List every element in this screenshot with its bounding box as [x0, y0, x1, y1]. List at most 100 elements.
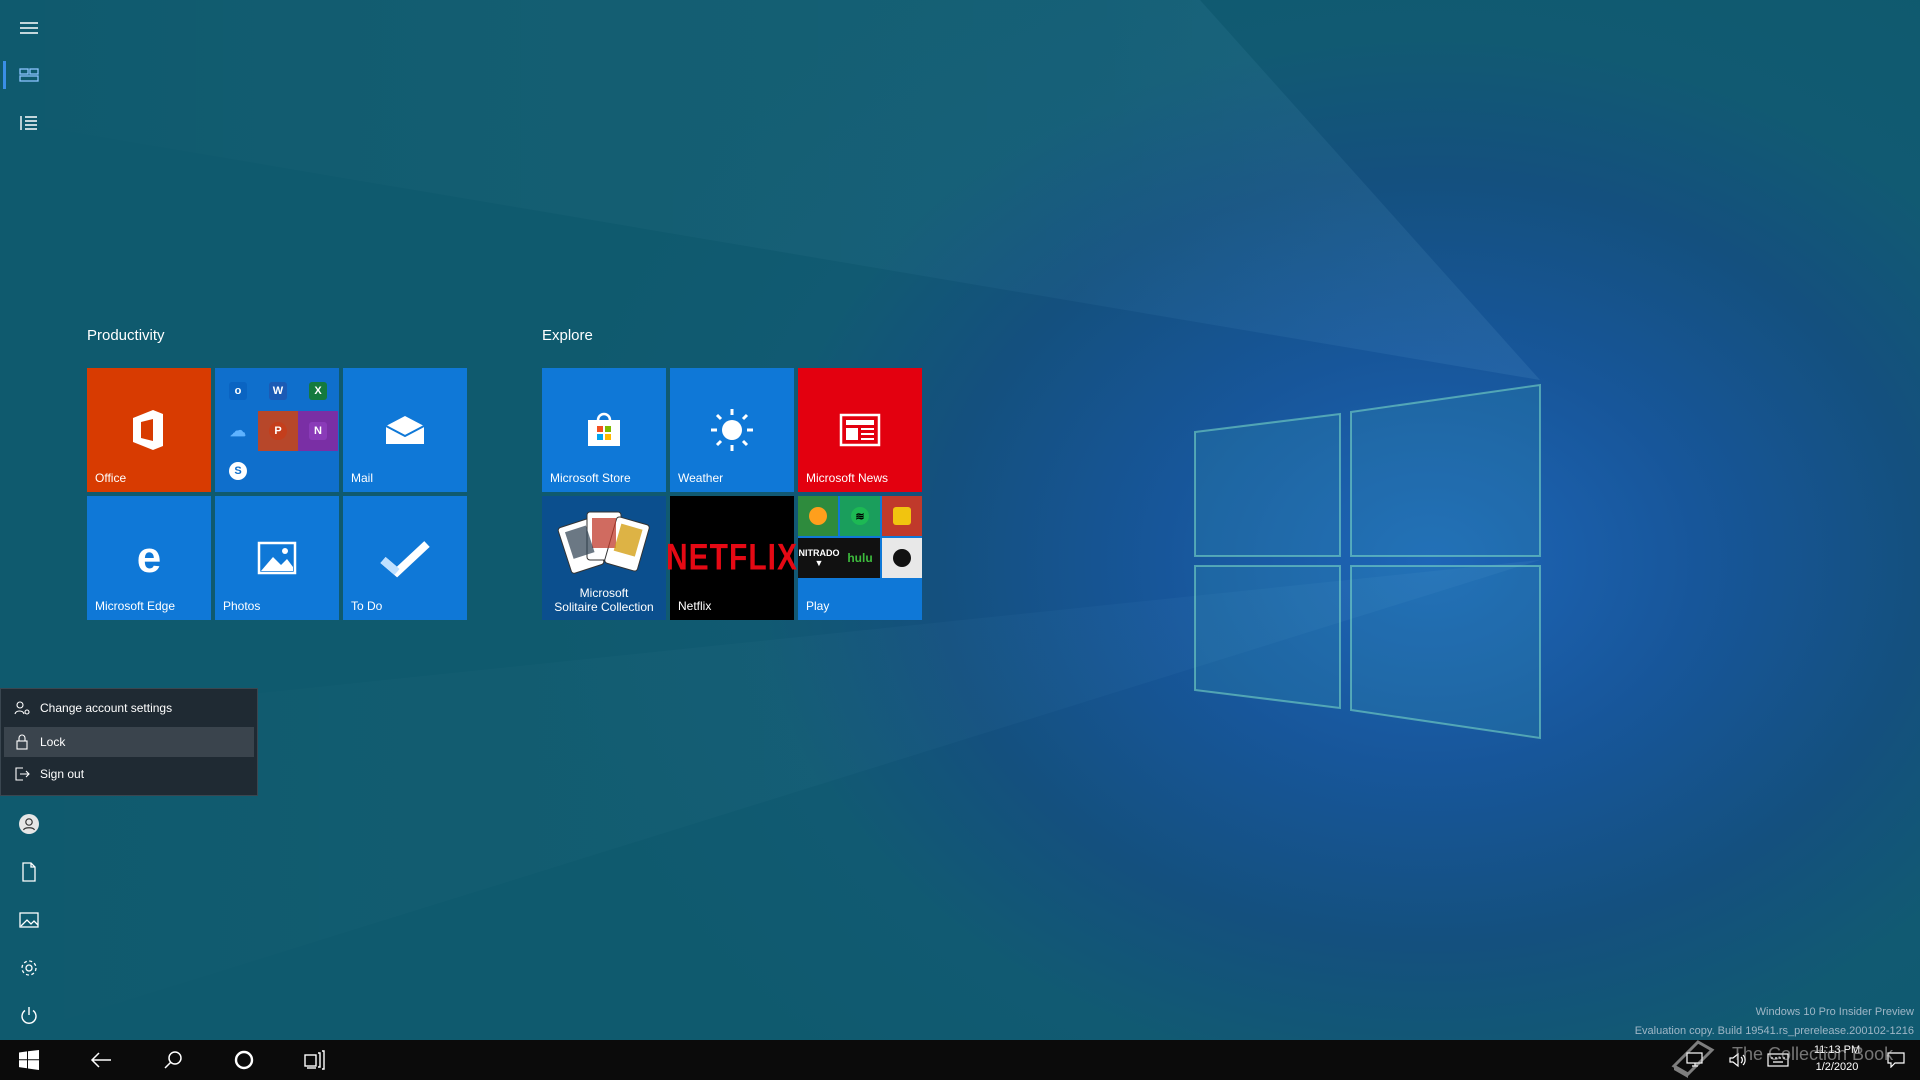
network-icon [1686, 1052, 1703, 1067]
news-icon [839, 413, 881, 447]
start-button[interactable] [0, 1040, 58, 1080]
power-icon [21, 1007, 37, 1024]
tile-label: To Do [351, 599, 383, 613]
nitrado-label: NITRADO [798, 548, 840, 558]
tile-label: Microsoft News [806, 471, 889, 485]
sign-out-icon [15, 767, 30, 781]
tile-label: Mail [351, 471, 374, 485]
action-center-button[interactable] [1872, 1040, 1920, 1080]
outlook-icon: o [218, 371, 258, 411]
group-title-productivity: Productivity [87, 327, 165, 344]
search-icon [164, 1051, 182, 1069]
pictures-icon [19, 912, 39, 928]
power-button[interactable] [0, 994, 58, 1038]
spotify-icon: ≋ [840, 496, 880, 536]
tile-microsoft-store[interactable]: Microsoft Store [542, 368, 666, 492]
account-settings-icon [14, 701, 30, 715]
tile-label: Microsoft Store [550, 471, 631, 485]
tile-label: Weather [678, 471, 724, 485]
tile-microsoft-edge[interactable]: e Microsoft Edge [87, 496, 211, 620]
tile-solitaire-collection[interactable]: Microsoft Solitaire Collection [542, 496, 666, 620]
cortana-circle-icon [234, 1050, 254, 1070]
tile-label: Office [95, 471, 127, 485]
hulu-icon: hulu [840, 538, 880, 578]
nitrado-icon: NITRADO ▼ [798, 538, 840, 578]
expand-menu-button[interactable] [0, 6, 58, 50]
onenote-icon: N [298, 411, 338, 451]
task-view-icon [304, 1050, 325, 1070]
build-watermark-line2: Evaluation copy. Build 19541.rs_prerelea… [1634, 1025, 1914, 1037]
back-button[interactable] [72, 1040, 130, 1080]
onedrive-icon: ☁ [230, 423, 246, 440]
pictures-button[interactable] [0, 898, 58, 942]
clock-time: 11:13 PM [1813, 1044, 1861, 1056]
windows-logo-wallpaper [1194, 383, 1541, 740]
edge-icon: e [137, 538, 161, 578]
tile-office-apps-folder[interactable]: o W X ☁ P N S [215, 368, 339, 492]
task-view-button[interactable] [286, 1040, 344, 1080]
cards-icon [557, 511, 650, 574]
notifications-icon [1887, 1052, 1905, 1068]
tile-microsoft-news[interactable]: Microsoft News [798, 368, 922, 492]
hamburger-icon [20, 22, 38, 34]
tile-photos[interactable]: Photos [215, 496, 339, 620]
tile-office[interactable]: Office [87, 368, 211, 492]
tile-play-folder[interactable]: ≋ NITRADO ▼ hulu Play [798, 496, 922, 620]
sun-icon [711, 409, 753, 451]
word-icon: W [258, 371, 298, 411]
settings-gear-icon [21, 960, 37, 976]
taskbar-clock[interactable]: 11:13 PM 1/2/2020 [1802, 1042, 1872, 1076]
excel-icon: X [298, 371, 338, 411]
tile-netflix[interactable]: NETFLIX Netflix [666, 496, 797, 620]
photos-icon [257, 541, 297, 575]
documents-button[interactable] [0, 850, 58, 894]
documents-icon [22, 862, 36, 882]
build-watermark-line1: Windows 10 Pro Insider Preview [1755, 1006, 1914, 1018]
svg-text:e: e [137, 538, 161, 578]
clock-date: 1/2/2020 [1815, 1061, 1859, 1073]
windows-start-icon [19, 1050, 39, 1070]
pinned-tiles-icon [19, 68, 39, 82]
cortana-button[interactable] [215, 1040, 273, 1080]
tile-label: Microsoft Solitaire Collection [542, 586, 666, 614]
tile-label: Play [806, 599, 830, 613]
powerpoint-icon: P [258, 411, 298, 451]
tile-mail[interactable]: Mail [343, 368, 467, 492]
office-icon [133, 410, 163, 450]
user-account-button[interactable] [0, 802, 58, 846]
settings-button[interactable] [0, 946, 58, 990]
account-context-menu: Change account settings Lock Sign out [0, 688, 258, 796]
tile-label-line1: Microsoft [579, 586, 629, 600]
disney-game-icon [882, 538, 922, 578]
volume-tray-button[interactable] [1720, 1040, 1756, 1080]
pinned-tiles-button[interactable] [0, 53, 58, 97]
search-button[interactable] [144, 1040, 202, 1080]
skype-icon: S [218, 451, 258, 491]
all-apps-button[interactable] [0, 101, 58, 145]
all-apps-list-icon [20, 116, 37, 130]
mail-icon [385, 416, 425, 444]
taskbar: 11:13 PM 1/2/2020 [0, 1040, 1920, 1080]
tile-label: Microsoft Edge [95, 599, 176, 613]
back-arrow-icon [90, 1052, 111, 1068]
menu-item-sign-out[interactable]: Sign out [4, 759, 254, 789]
keyboard-tray-button[interactable] [1758, 1040, 1798, 1080]
game-icon [798, 496, 838, 536]
friends-game-icon [882, 496, 922, 536]
network-tray-button[interactable] [1672, 1040, 1720, 1080]
tile-weather[interactable]: Weather [670, 368, 794, 492]
tile-to-do[interactable]: To Do [343, 496, 467, 620]
menu-item-change-account-settings[interactable]: Change account settings [4, 693, 254, 723]
lock-icon [16, 734, 28, 750]
checkmark-icon [380, 541, 430, 578]
netflix-logo: NETFLIX [666, 536, 798, 578]
store-icon [588, 412, 620, 446]
menu-item-label: Lock [40, 735, 66, 749]
start-rail [0, 0, 58, 1040]
group-title-explore: Explore [542, 327, 593, 344]
keyboard-icon [1767, 1053, 1789, 1067]
menu-item-lock[interactable]: Lock [4, 727, 254, 757]
menu-item-label: Change account settings [40, 701, 173, 715]
tile-label-line2: Solitaire Collection [554, 600, 654, 614]
tile-label: Netflix [678, 599, 712, 613]
